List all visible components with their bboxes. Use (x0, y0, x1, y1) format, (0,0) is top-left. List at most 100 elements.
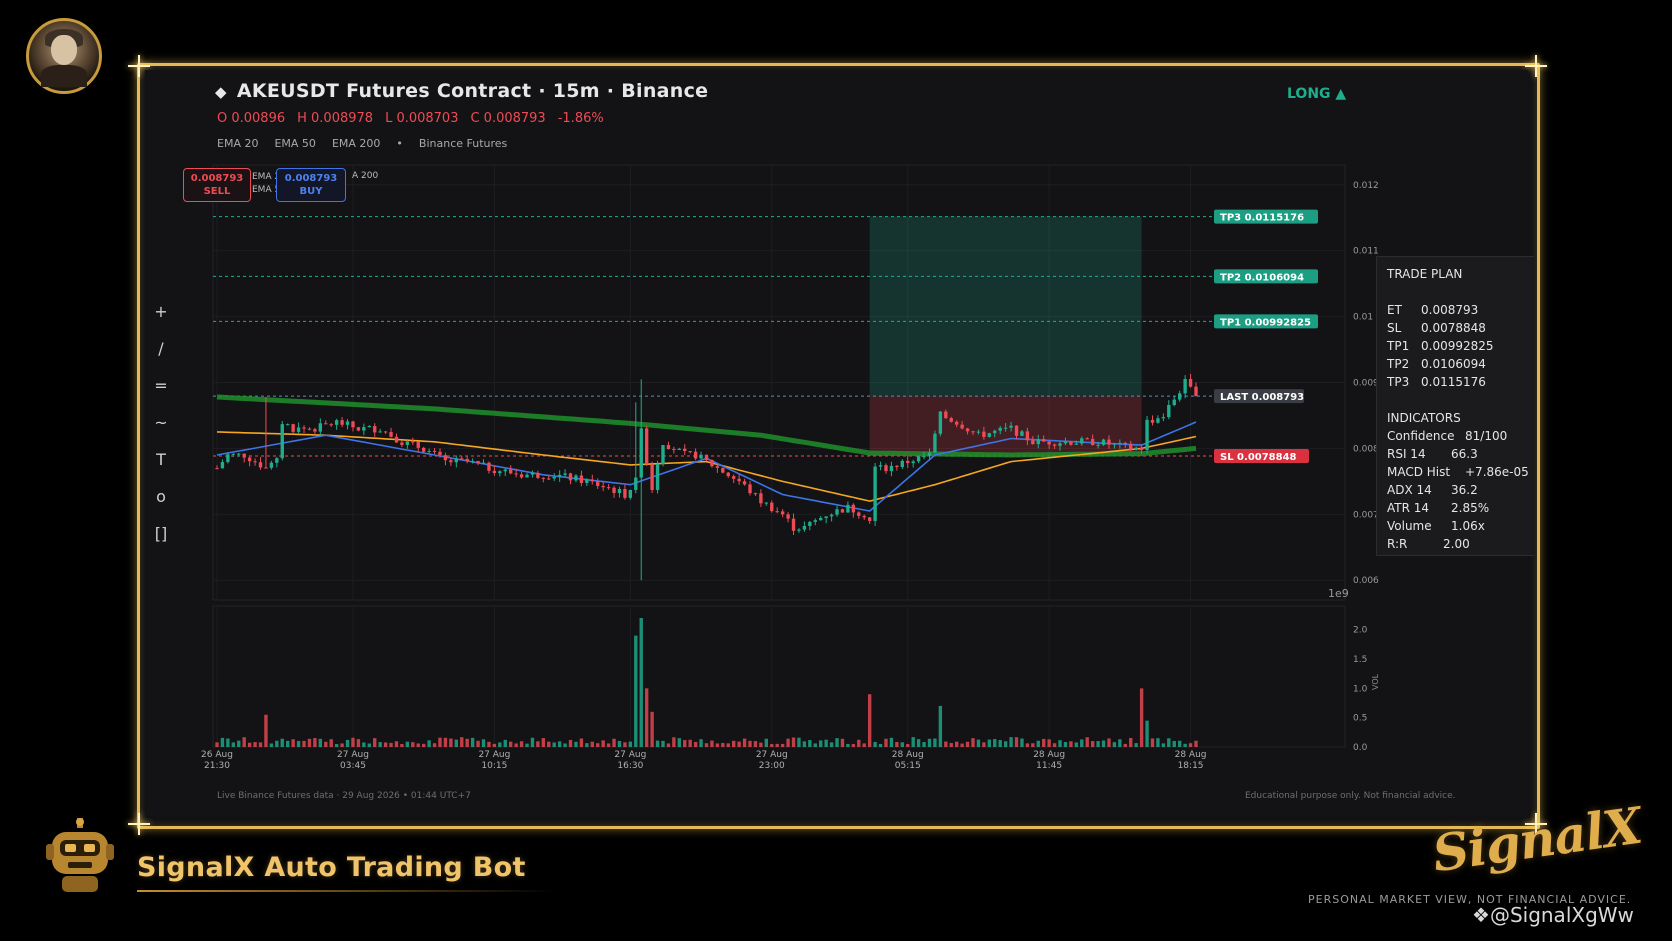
volume-bar (1014, 737, 1019, 747)
volume-bar (911, 737, 915, 747)
volume-bar (1107, 738, 1111, 747)
candle-body (944, 411, 948, 419)
candle-body (421, 447, 426, 452)
candle-body (666, 445, 671, 450)
indicator-label: MACD Hist (1387, 465, 1451, 479)
candle-body (351, 421, 355, 428)
candle-body (889, 465, 894, 472)
volume-bar (732, 740, 736, 747)
volume-bar (552, 742, 556, 747)
indicator-row: MACD Hist +7.86e-05 (1387, 463, 1534, 481)
volume-bar (1150, 738, 1155, 747)
volume-bar (487, 741, 491, 747)
sell-button[interactable]: 0.008793 SELL (183, 168, 251, 202)
candle-body (840, 509, 845, 513)
volume-bar (492, 743, 497, 747)
volume-bar (742, 738, 747, 747)
volume-bar (503, 739, 507, 747)
buy-label: BUY (299, 186, 323, 197)
volume-bar (590, 741, 594, 747)
volume-bar (351, 737, 355, 747)
volume-bar (710, 740, 714, 747)
volume-bar (1042, 738, 1046, 747)
candle-body (318, 423, 323, 432)
candle-body (1172, 399, 1176, 406)
volume-bar (286, 740, 290, 747)
volume-bar (786, 738, 790, 747)
volume-bar (1188, 743, 1193, 747)
volume-bar (634, 635, 638, 747)
candle-body (470, 461, 475, 463)
indicator-row: Volume 1.06x (1387, 517, 1534, 535)
volume-bar (585, 743, 589, 747)
candle-body (269, 462, 274, 468)
candle-body (1063, 441, 1068, 444)
volume-bar (1123, 743, 1127, 747)
volume-tick-label: 1.0 (1353, 684, 1368, 694)
volume-bar (748, 740, 752, 747)
volume-bar (1172, 740, 1176, 747)
volume-bar (438, 737, 442, 747)
candle-body (748, 484, 752, 494)
trade-plan-row: TP2 0.0106094 (1387, 355, 1534, 373)
volume-bar (721, 743, 725, 747)
volume-bar (498, 742, 502, 747)
volume-bar (541, 738, 546, 747)
price-tick-label: 0.01 (1353, 313, 1373, 323)
candle-body (895, 465, 899, 468)
candle-body (878, 465, 883, 467)
candle-body (1020, 431, 1024, 436)
candle-body (732, 476, 736, 479)
time-tick-day: 27 Aug (478, 750, 510, 760)
candle-body (933, 433, 937, 453)
scale-label: 1e9 (1328, 587, 1349, 600)
candle-body (884, 465, 888, 472)
candle-body (900, 460, 904, 468)
candle-body (231, 453, 236, 455)
candle-body (835, 509, 839, 515)
candle-body (356, 427, 361, 431)
candle-body (345, 421, 350, 425)
volume-bar (574, 741, 578, 747)
candle-body (296, 427, 301, 432)
volume-bar (296, 740, 301, 747)
volume-bar (916, 739, 921, 747)
volume-bar (878, 743, 883, 747)
candle-body (302, 427, 306, 429)
volume-bar (400, 744, 404, 747)
candle-body (715, 466, 720, 468)
candle-body (993, 430, 997, 434)
candle-body (813, 520, 817, 522)
candle-body (1107, 439, 1111, 445)
volume-bar (993, 739, 997, 747)
volume-bar (519, 741, 524, 747)
candle-body (291, 424, 295, 432)
volume-bar (345, 739, 350, 747)
volume-bar (247, 742, 252, 747)
trade-plan-label: TP2 (1387, 357, 1410, 371)
candle-body (1003, 427, 1008, 429)
candle-body (258, 462, 263, 468)
volume-bar (579, 738, 584, 747)
candle-body (1161, 417, 1166, 419)
volume-bar (454, 739, 458, 747)
volume-tick-label: 2.0 (1353, 626, 1368, 636)
candle-body (634, 477, 638, 490)
candle-body (987, 433, 992, 437)
volume-bar (1183, 743, 1187, 747)
candle-body (362, 427, 366, 431)
volume-bar (362, 742, 366, 747)
candle-body (650, 464, 654, 490)
candle-body (1085, 438, 1089, 440)
time-tick-day: 26 Aug (201, 750, 233, 760)
candle-body (585, 479, 589, 483)
watermark-text: @SignalXgWw (1489, 903, 1634, 927)
volume-bar (955, 741, 959, 747)
buy-button[interactable]: 0.008793 BUY (276, 168, 346, 202)
volume-bar (802, 741, 807, 747)
candle-body (487, 462, 491, 471)
candle-body (677, 448, 681, 450)
candle-body (1123, 442, 1127, 444)
volume-bar (715, 743, 720, 747)
candle-body (509, 469, 513, 474)
